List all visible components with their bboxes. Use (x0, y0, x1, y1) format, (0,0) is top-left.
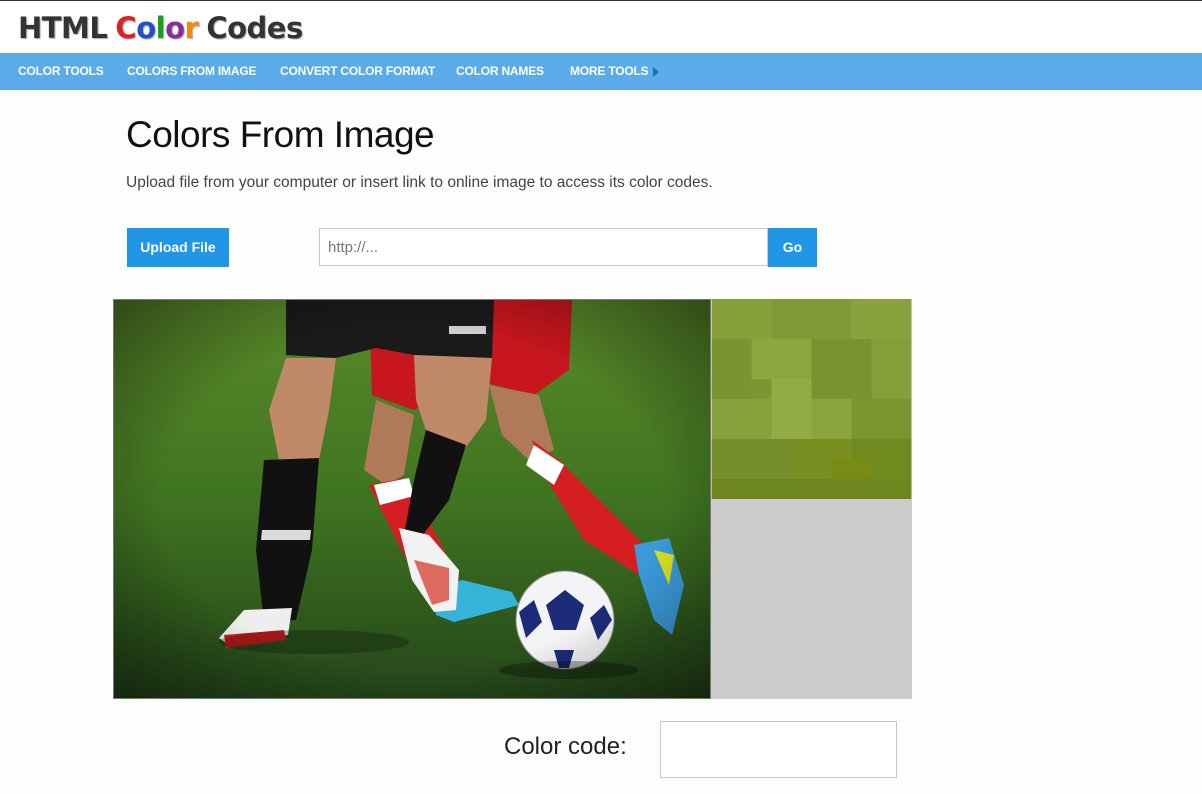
main-navbar: COLOR TOOLS COLORS FROM IMAGE CONVERT CO… (0, 53, 1202, 90)
color-code-label: Color code: (504, 733, 627, 760)
logo-letter: l (155, 11, 166, 45)
page-description: Upload file from your computer or insert… (126, 174, 713, 191)
color-code-field[interactable] (660, 721, 897, 778)
image-url-input[interactable] (319, 228, 768, 266)
uploaded-image[interactable] (113, 299, 711, 699)
nav-item-colors-from-image[interactable]: COLORS FROM IMAGE (127, 53, 256, 90)
nav-item-more-tools[interactable]: MORE TOOLS (570, 53, 649, 90)
logo-letter: r (184, 11, 199, 45)
go-button[interactable]: Go (768, 228, 817, 267)
site-header: HTML Color Codes (0, 0, 1202, 53)
logo-word-html: HTML (18, 11, 108, 45)
caret-right-icon[interactable] (653, 67, 659, 77)
soccer-photo (114, 300, 710, 698)
logo-word-codes: Codes (206, 11, 303, 45)
zoom-preview (711, 299, 912, 499)
nav-item-color-tools[interactable]: COLOR TOOLS (18, 53, 104, 90)
logo-letter: C (115, 11, 137, 45)
nav-item-convert-color-format[interactable]: CONVERT COLOR FORMAT (280, 53, 435, 90)
selected-color-swatch (711, 499, 912, 699)
page-title: Colors From Image (126, 114, 435, 155)
site-logo[interactable]: HTML Color Codes (18, 11, 303, 45)
pixel-preview (711, 299, 912, 499)
logo-letter: o (136, 11, 156, 45)
nav-item-color-names[interactable]: COLOR NAMES (456, 53, 544, 90)
upload-file-button[interactable]: Upload File (127, 228, 229, 267)
logo-letter: o (165, 11, 185, 45)
